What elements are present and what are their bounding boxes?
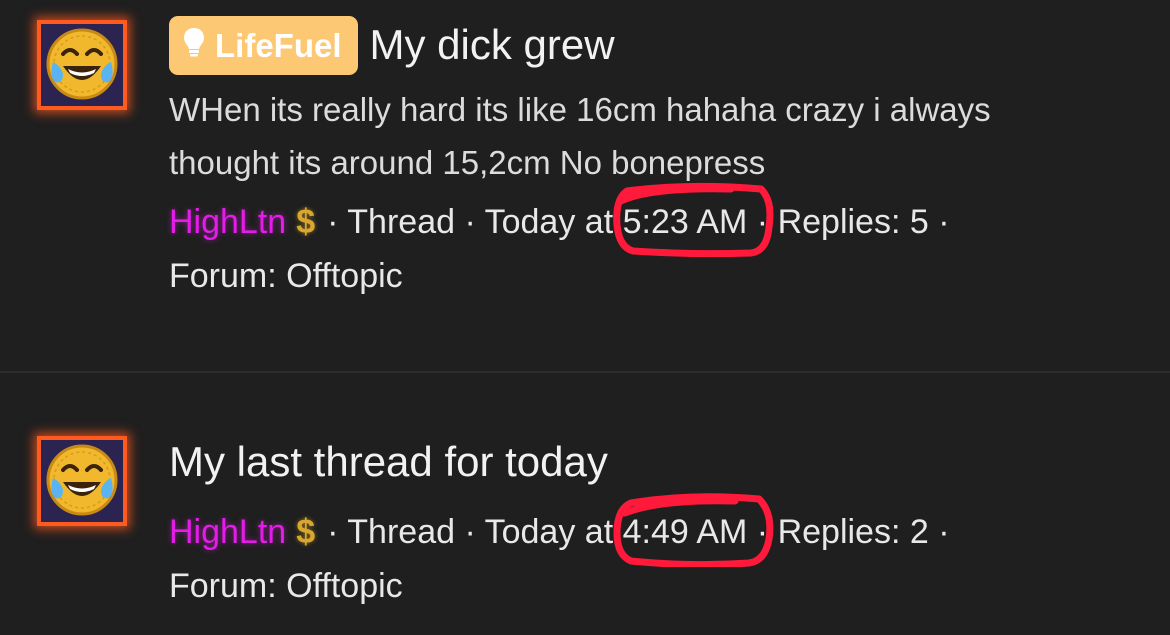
thread-meta: HighLtn $ · Thread · Today at 5:23 AM · Re… — [169, 182, 1129, 303]
prefix-badge[interactable]: LifeFuel — [169, 16, 358, 75]
thread-title[interactable]: My dick grew — [370, 21, 615, 68]
lightbulb-icon — [183, 16, 205, 75]
thread-item[interactable]: My last thread for today HighLtn $ · Threa… — [0, 373, 1170, 635]
username-link[interactable]: HighLtn — [169, 513, 286, 551]
thread-replies: · Replies: 5 · — [756, 203, 950, 241]
avatar[interactable] — [37, 436, 127, 526]
thread-snippet: WHen its really hard its like 16cm hahah… — [169, 91, 991, 181]
username-link[interactable]: HighLtn — [169, 203, 286, 241]
thread-forum[interactable]: Forum: Offtopic — [169, 567, 403, 605]
thread-meta: HighLtn $ · Thread · Today at 4:49 AM · Re… — [169, 493, 1129, 613]
thread-type-text: · Thread · Today at — [327, 203, 614, 241]
thread-time[interactable]: 4:49 AM — [623, 513, 748, 551]
thread-item[interactable]: LifeFuel My dick grew WHen its really ha… — [0, 0, 1170, 371]
avatar[interactable] — [37, 20, 127, 110]
thread-forum[interactable]: Forum: Offtopic — [169, 257, 403, 295]
thread-title[interactable]: My last thread for today — [169, 438, 608, 485]
thread-time[interactable]: 5:23 AM — [623, 203, 748, 241]
thread-replies: · Replies: 2 · — [756, 513, 950, 551]
laughing-crying-coin-emoji-icon — [41, 24, 123, 106]
laughing-crying-coin-emoji-icon — [41, 440, 123, 522]
dollar-sign-icon: $ — [296, 203, 316, 241]
dollar-sign-icon: $ — [296, 513, 316, 551]
thread-type-text: · Thread · Today at — [327, 513, 614, 551]
prefix-label: LifeFuel — [215, 27, 342, 64]
